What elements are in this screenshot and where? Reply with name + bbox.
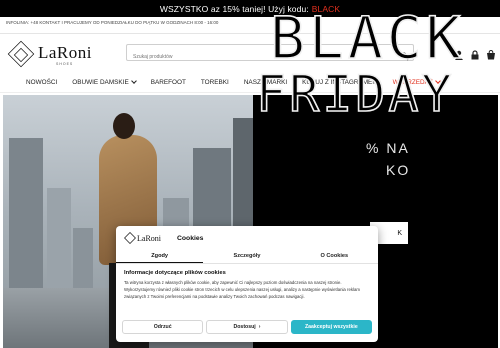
- chevron-right-icon: ›: [258, 324, 261, 330]
- logo-mark-icon: [124, 232, 136, 244]
- nav-item-barefoot[interactable]: BAREFOOT: [151, 79, 186, 86]
- modal-title: Cookies: [177, 235, 204, 242]
- logo-text: LaRoni: [38, 43, 92, 62]
- customize-button-label: Dostosuj: [233, 324, 256, 330]
- nav-item-label: TOREBKI: [200, 78, 229, 86]
- hero-title-black: BLACK: [269, 4, 465, 72]
- site-logo[interactable]: LaRoni SHOES: [7, 40, 92, 68]
- reject-button[interactable]: Odrzuć: [122, 320, 204, 334]
- logo-subtitle: SHOES: [56, 62, 74, 66]
- hero-subtitle-text: KO: [386, 162, 411, 178]
- nav-item-label: BAREFOOT: [150, 78, 186, 86]
- tab-zgody[interactable]: Zgody: [116, 249, 204, 263]
- modal-logo: LaRoni: [124, 232, 164, 246]
- tab-szczegoly[interactable]: Szczegóły: [203, 249, 290, 263]
- modal-logo-text: LaRoni: [137, 234, 161, 243]
- nav-item-obuwie-damskie[interactable]: OBUWIE DAMSKIE: [72, 78, 137, 86]
- tab-o-cookies[interactable]: O Cookies: [291, 249, 378, 263]
- logo-mark-icon: [7, 40, 35, 68]
- modal-tabs: Zgody Szczegóły O Cookies: [116, 249, 378, 264]
- accept-all-button[interactable]: Zaakceptuj wszystkie: [290, 320, 372, 334]
- hero-discount-text: % NA: [366, 140, 410, 156]
- modal-buttons: Odrzuć Dostosuj › Zaakceptuj wszystkie: [122, 320, 372, 334]
- nav-item-label: OBUWIE DAMSKIE: [72, 78, 129, 86]
- modal-body-text: Ta witryna korzysta z własnych plików co…: [124, 280, 360, 299]
- customize-button[interactable]: Dostosuj ›: [206, 320, 288, 334]
- cookie-consent-modal: LaRoni Cookies Zgody Szczegóły O Cookies…: [116, 226, 378, 342]
- modal-heading: Informacje dotyczące plików cookies: [124, 270, 226, 276]
- info-text: INFOLINIA: +48 KONTAKT I PRACUJEMY OD PO…: [6, 20, 219, 25]
- nav-item-nowosci[interactable]: NOWOŚCI: [26, 79, 57, 86]
- nav-item-torebki[interactable]: TOREBKI: [201, 79, 229, 86]
- chevron-down-icon: [130, 78, 137, 84]
- nav-item-label: NOWOŚCI: [26, 78, 58, 86]
- hero-title-friday: FRIDAY: [255, 64, 455, 124]
